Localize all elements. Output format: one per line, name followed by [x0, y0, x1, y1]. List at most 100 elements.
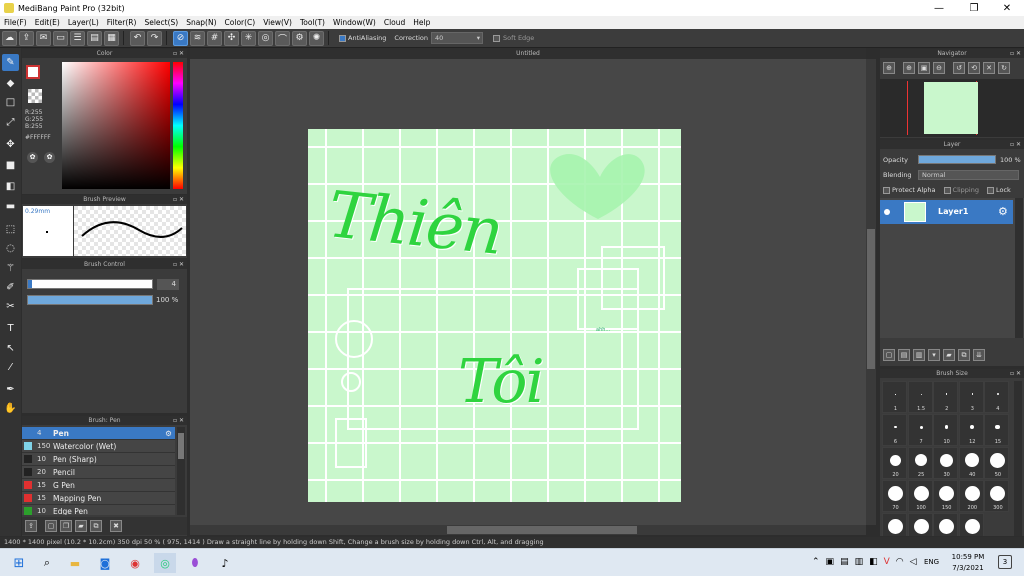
brush-size-cell[interactable]: 50: [984, 447, 1010, 479]
tray-antivirus-icon[interactable]: V: [884, 557, 890, 567]
magic-wand-tool-icon[interactable]: ⚚: [2, 260, 19, 277]
zoom-out-icon[interactable]: ⊖: [933, 62, 945, 74]
brush-size-cell[interactable]: 100: [907, 480, 933, 512]
new-layer-icon[interactable]: ▢: [883, 349, 895, 361]
reset-rotate-icon[interactable]: ⟲: [968, 62, 980, 74]
upload-icon[interactable]: ⇪: [19, 30, 34, 46]
menu-tool[interactable]: Tool(T): [296, 18, 329, 27]
brush-size-cell[interactable]: 20: [882, 447, 907, 479]
snap-off-icon[interactable]: ⊘: [173, 30, 188, 46]
scrollbar-thumb[interactable]: [447, 526, 637, 534]
fill-rect-tool-icon[interactable]: ■: [2, 157, 19, 174]
layer-merge-icon[interactable]: ⇊: [973, 349, 985, 361]
notifications-icon[interactable]: 3: [998, 555, 1012, 569]
brush-size-cell[interactable]: 40: [958, 447, 984, 479]
scrollbar-thumb[interactable]: [178, 433, 184, 459]
menu-cloud[interactable]: Cloud: [380, 18, 409, 27]
brush-size-cell[interactable]: 150: [933, 480, 959, 512]
blending-select[interactable]: Normal: [918, 170, 1019, 180]
brush-size-value[interactable]: 4: [157, 279, 179, 290]
menu-color[interactable]: Color(C): [221, 18, 260, 27]
brush-size-cell[interactable]: 6: [882, 414, 907, 446]
clock[interactable]: 10:59 PM 7/3/2021: [948, 552, 988, 574]
brush-list-scrollbar[interactable]: [177, 427, 185, 515]
divide-tool-icon[interactable]: ⁄: [2, 359, 19, 376]
tiktok-icon[interactable]: ♪: [214, 553, 236, 573]
panel-close-icon[interactable]: ▫ ✕: [173, 416, 184, 425]
comment-icon[interactable]: ✉: [36, 30, 51, 46]
brush-size-cell[interactable]: [933, 513, 959, 536]
soft-edge-checkbox[interactable]: [493, 34, 501, 42]
canvas-vertical-scrollbar[interactable]: [866, 59, 876, 525]
menu-filter[interactable]: Filter(R): [103, 18, 141, 27]
brush-size-cell[interactable]: 3: [958, 381, 984, 413]
menu-window[interactable]: Window(W): [329, 18, 380, 27]
dot-tool-icon[interactable]: □: [2, 94, 19, 111]
trash-icon[interactable]: ✖: [110, 520, 122, 532]
snap-cross-icon[interactable]: ✣: [224, 30, 239, 46]
search-icon[interactable]: ⌕: [36, 553, 58, 573]
eraser-tool-icon[interactable]: ◆: [2, 75, 19, 92]
lock-checkbox[interactable]: [987, 186, 994, 194]
new-halftone-layer-icon[interactable]: ▤: [898, 349, 910, 361]
gradient-tool-icon[interactable]: ▬: [2, 198, 19, 215]
brush-size-cell[interactable]: 12: [958, 414, 984, 446]
brush-item-pen-sharp[interactable]: 10 Pen (Sharp): [22, 453, 175, 466]
minimize-button[interactable]: —: [922, 0, 956, 16]
eye-icon[interactable]: [884, 209, 890, 215]
brush-item-pen[interactable]: 4 Pen ⚙: [22, 427, 175, 440]
clipping-checkbox[interactable]: [943, 186, 951, 194]
network-icon[interactable]: ◠: [896, 557, 904, 567]
brush-size-scrollbar[interactable]: [1014, 381, 1022, 536]
hand-tool-icon[interactable]: ✋: [2, 400, 19, 417]
brush-tool-icon[interactable]: ✎: [2, 54, 19, 71]
snap-grid-icon[interactable]: #: [207, 30, 222, 46]
correction-select[interactable]: 40 ▾: [431, 32, 484, 44]
bucket-tool-icon[interactable]: ◧: [2, 178, 19, 195]
duplicate-icon[interactable]: ⧉: [90, 520, 102, 532]
brush-size-cell[interactable]: 25: [907, 447, 933, 479]
close-button[interactable]: ✕: [990, 0, 1024, 16]
rotate-right-icon[interactable]: ↻: [998, 62, 1010, 74]
hue-slider[interactable]: [173, 62, 183, 189]
saturation-value-picker[interactable]: [62, 62, 170, 189]
snap-parallel-icon[interactable]: ≋: [190, 30, 205, 46]
layer-menu-icon[interactable]: ▾: [928, 349, 940, 361]
chevron-up-icon[interactable]: ⌃: [812, 557, 820, 567]
tray-app2-icon[interactable]: ▤: [840, 557, 849, 567]
windows-start-icon[interactable]: ⊞: [8, 553, 30, 573]
location-app-icon[interactable]: ⬮: [184, 553, 206, 573]
upload-brush-icon[interactable]: ⇪: [25, 520, 37, 532]
panel-close-icon[interactable]: ▫ ✕: [1010, 369, 1021, 378]
canvas-icon[interactable]: ▤: [87, 30, 102, 46]
redo-icon[interactable]: ↷: [147, 30, 162, 46]
brush-item-pencil[interactable]: 20 Pencil: [22, 466, 175, 479]
panel-close-icon[interactable]: ▫ ✕: [173, 49, 184, 58]
window-icon[interactable]: ▭: [53, 30, 68, 46]
flip-icon[interactable]: ✕: [983, 62, 995, 74]
dell-app-icon[interactable]: ◙: [94, 553, 116, 573]
brush-item-watercolor-wet[interactable]: 150 Watercolor (Wet): [22, 440, 175, 453]
snap-settings-icon[interactable]: ⚙: [292, 30, 307, 46]
select-pen-tool-icon[interactable]: ✐: [2, 279, 19, 296]
panel-close-icon[interactable]: ▫ ✕: [1010, 140, 1021, 149]
zoom-in-small-icon[interactable]: ⊕: [903, 62, 915, 74]
gear-icon[interactable]: ⚙: [165, 429, 172, 438]
snap-radial-icon[interactable]: ✳: [241, 30, 256, 46]
chrome-icon[interactable]: ◉: [124, 553, 146, 573]
select-eraser-tool-icon[interactable]: ✂: [2, 298, 19, 315]
brush-size-cell[interactable]: 200: [958, 480, 984, 512]
brush-size-cell[interactable]: 7: [907, 414, 933, 446]
primary-color-swatch[interactable]: [26, 65, 40, 79]
new-1bit-layer-icon[interactable]: ▥: [913, 349, 925, 361]
layer-folder-icon[interactable]: ▰: [943, 349, 955, 361]
snap-settings2-icon[interactable]: ✺: [309, 30, 324, 46]
scrollbar-thumb[interactable]: [867, 229, 875, 369]
language-indicator[interactable]: ENG: [924, 558, 939, 566]
move-tool-icon[interactable]: ✥: [2, 136, 19, 153]
volume-icon[interactable]: ◁: [910, 557, 917, 567]
add-brush-icon[interactable]: ▢: [45, 520, 57, 532]
folder-icon[interactable]: ▰: [75, 520, 87, 532]
layer-duplicate-icon[interactable]: ⧉: [958, 349, 970, 361]
layer-list-scrollbar[interactable]: [1015, 198, 1023, 338]
